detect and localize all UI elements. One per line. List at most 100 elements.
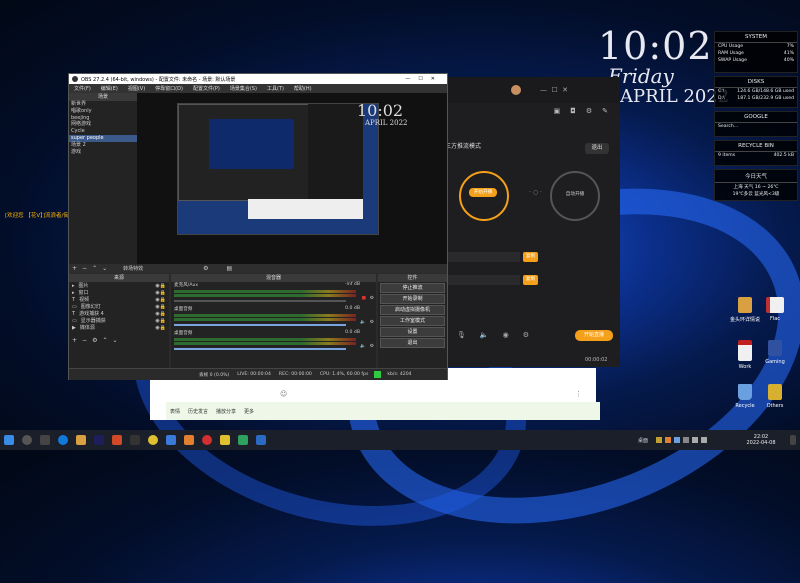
mic-icon[interactable]: 🎙 bbox=[457, 331, 466, 339]
scene-item[interactable]: 游戏 bbox=[69, 149, 137, 156]
scene-item[interactable]: 新世界 bbox=[69, 101, 137, 108]
eye-icon[interactable]: ◉🔒 bbox=[155, 290, 166, 296]
eye-icon[interactable]: ◉🔒 bbox=[155, 311, 166, 317]
tray-icon[interactable] bbox=[683, 437, 689, 443]
gear-icon[interactable]: ⚙ bbox=[370, 296, 374, 301]
menu-edit[interactable]: 编辑(E) bbox=[101, 85, 118, 92]
obs-taskbar-icon[interactable] bbox=[202, 435, 212, 445]
source-item[interactable]: ▭ 显示器捕获 ◉🔒 bbox=[69, 317, 169, 325]
app-icon[interactable] bbox=[184, 435, 194, 445]
start-recording-button[interactable]: 开始录制 bbox=[380, 294, 445, 304]
copy-key-button[interactable]: 复制 bbox=[523, 275, 538, 285]
copy-url-button[interactable]: 复制 bbox=[523, 252, 538, 262]
source-item[interactable]: ▶ 媒体源 ◉🔒 bbox=[69, 324, 169, 332]
move-up-icon[interactable]: ⌃ bbox=[92, 265, 97, 272]
move-up-icon[interactable]: ⌃ bbox=[102, 337, 107, 344]
speaker-icon[interactable]: 🔈 bbox=[360, 320, 366, 325]
app-icon[interactable] bbox=[112, 435, 122, 445]
chrome-icon[interactable] bbox=[148, 435, 158, 445]
steam-icon[interactable] bbox=[256, 435, 266, 445]
mute-icon[interactable]: ■ bbox=[362, 296, 366, 301]
scene-item-selected[interactable]: super people bbox=[69, 134, 137, 142]
source-item[interactable]: T 游戏捕获 4 ◉🔒 bbox=[69, 310, 169, 318]
gear-icon[interactable]: ⚙ bbox=[370, 344, 374, 349]
google-search-input[interactable]: Search... bbox=[718, 124, 738, 129]
search-icon[interactable] bbox=[22, 435, 32, 445]
speaker-icon[interactable]: 🔈 bbox=[480, 331, 489, 339]
add-source-icon[interactable]: + bbox=[72, 337, 77, 344]
stream-key-field[interactable] bbox=[445, 275, 520, 285]
tray-icon[interactable] bbox=[674, 437, 680, 443]
eye-icon[interactable]: ◉🔒 bbox=[155, 318, 166, 324]
volume-slider[interactable] bbox=[174, 300, 346, 302]
share-button[interactable]: 播放分享 bbox=[216, 408, 236, 415]
virtual-camera-button[interactable]: 启动虚拟摄像机 bbox=[380, 305, 445, 315]
more-icon[interactable]: ⋮ bbox=[575, 390, 582, 398]
eye-icon[interactable]: ◉ bbox=[503, 331, 509, 339]
tray-icon[interactable] bbox=[656, 437, 662, 443]
eye-icon[interactable]: ◉🔒 bbox=[155, 325, 166, 331]
gear-icon[interactable]: ⚙ bbox=[523, 331, 529, 339]
window-controls[interactable]: —☐✕ bbox=[405, 76, 447, 82]
file-explorer-icon[interactable] bbox=[76, 435, 86, 445]
eye-icon[interactable]: ◉🔒 bbox=[155, 297, 166, 303]
volume-slider[interactable] bbox=[174, 348, 346, 350]
source-item[interactable]: ▸ 图片 ◉🔒 bbox=[69, 282, 169, 290]
source-item[interactable]: ▸ 窗口 ◉🔒 bbox=[69, 289, 169, 297]
move-down-icon[interactable]: ⌄ bbox=[102, 265, 107, 272]
desktop-icon[interactable]: Work bbox=[728, 340, 762, 370]
network-icon[interactable] bbox=[692, 437, 698, 443]
lock-icon[interactable]: ◘ bbox=[570, 107, 576, 115]
desktop-icon[interactable]: 金头环详情说 bbox=[728, 297, 762, 323]
app-icon[interactable] bbox=[166, 435, 176, 445]
volume-slider[interactable] bbox=[174, 324, 346, 326]
taskbar-clock[interactable]: 22:02 2022-04-08 bbox=[736, 434, 786, 446]
avatar[interactable] bbox=[511, 85, 521, 95]
menu-scene-collection[interactable]: 场景集合(S) bbox=[230, 85, 257, 92]
exit-button[interactable]: 退出 bbox=[585, 143, 609, 154]
gear-icon[interactable]: ⚙ bbox=[203, 265, 208, 272]
start-live-button[interactable]: 开始直播 bbox=[575, 330, 613, 341]
desktop-icon[interactable]: Recycle bbox=[728, 384, 762, 409]
menu-file[interactable]: 文件(F) bbox=[74, 85, 91, 92]
settings-icon[interactable]: ⚙ bbox=[586, 107, 592, 115]
edge-icon[interactable] bbox=[58, 435, 68, 445]
desktop-icon[interactable]: Flac bbox=[758, 297, 792, 322]
start-live-mode-button[interactable]: 开始开播 bbox=[469, 188, 497, 197]
remove-source-icon[interactable]: − bbox=[82, 337, 87, 344]
menu-help[interactable]: 帮助(H) bbox=[294, 85, 312, 92]
gear-icon[interactable]: ⚙ bbox=[92, 337, 97, 344]
desktop-icon[interactable]: Others bbox=[758, 384, 792, 409]
app-icon[interactable] bbox=[220, 435, 230, 445]
speaker-icon[interactable]: 🔈 bbox=[360, 344, 366, 349]
remove-scene-icon[interactable]: − bbox=[82, 265, 87, 272]
menu-tools[interactable]: 工具(T) bbox=[267, 85, 284, 92]
exit-button[interactable]: 退出 bbox=[380, 338, 445, 348]
scene-item[interactable]: 网络游戏 bbox=[69, 121, 137, 128]
emoji-icon[interactable]: ☺ bbox=[280, 390, 287, 398]
move-down-icon[interactable]: ⌄ bbox=[112, 337, 117, 344]
window-controls[interactable]: — ☐ ✕ bbox=[540, 86, 568, 94]
task-view-icon[interactable] bbox=[40, 435, 50, 445]
menu-view[interactable]: 视图(V) bbox=[128, 85, 145, 92]
gear-icon[interactable]: ⚙ bbox=[370, 320, 374, 325]
history-button[interactable]: 历史发言 bbox=[188, 408, 208, 415]
tray-icon[interactable] bbox=[665, 437, 671, 443]
wechat-icon[interactable] bbox=[238, 435, 248, 445]
stream-url-field[interactable] bbox=[445, 252, 520, 262]
premiere-icon[interactable] bbox=[94, 435, 104, 445]
notification-icon[interactable] bbox=[790, 435, 796, 445]
start-icon[interactable] bbox=[4, 435, 14, 445]
scene-item[interactable]: 场景 2 bbox=[69, 142, 137, 149]
studio-mode-button[interactable]: 工作室模式 bbox=[380, 316, 445, 326]
source-item[interactable]: ▭ 图像幻灯 ◉🔒 bbox=[69, 303, 169, 311]
volume-icon[interactable] bbox=[701, 437, 707, 443]
app-icon[interactable] bbox=[130, 435, 140, 445]
desktop-icon[interactable]: Gaming bbox=[758, 340, 792, 365]
desktop-label[interactable]: 桌面 bbox=[638, 437, 648, 444]
scene-item[interactable]: 唱歌only bbox=[69, 108, 137, 115]
scene-item[interactable]: Cycle bbox=[69, 128, 137, 135]
add-scene-icon[interactable]: + bbox=[72, 265, 77, 272]
more-button[interactable]: 更多 bbox=[244, 408, 254, 415]
menu-profile[interactable]: 配置文件(P) bbox=[193, 85, 220, 92]
